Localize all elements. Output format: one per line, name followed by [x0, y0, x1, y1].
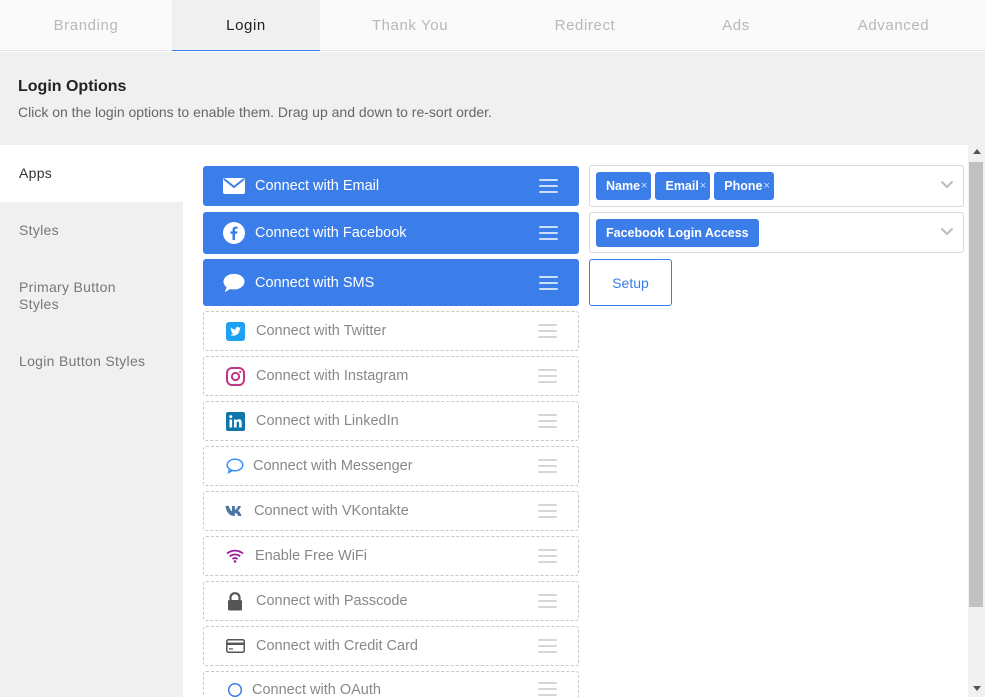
chevron-down-icon[interactable] [940, 180, 954, 189]
scroll-up-arrow-icon[interactable] [973, 149, 981, 154]
page-title: Login Options [18, 78, 127, 95]
app-row-facebook[interactable]: Connect with Facebook [203, 212, 579, 254]
side-item-login-button-styles[interactable]: Login Button Styles [0, 353, 183, 370]
facebook-icon [223, 222, 245, 244]
drag-handle-icon[interactable] [538, 369, 557, 383]
field-chip-facebook-login-access[interactable]: Facebook Login Access [596, 218, 759, 247]
vk-icon [224, 500, 246, 522]
drag-handle-icon[interactable] [538, 549, 557, 563]
envelope-icon [223, 175, 245, 197]
app-row-twitter[interactable]: Connect with Twitter [203, 311, 579, 351]
drag-handle-icon[interactable] [538, 594, 557, 608]
side-item-apps[interactable]: Apps [0, 145, 183, 202]
app-label: Connect with Twitter [256, 323, 387, 339]
app-row-messenger[interactable]: Connect with Messenger [203, 446, 579, 486]
sms-setup-button[interactable]: Setup [589, 259, 672, 306]
side-menu: Apps Styles Primary Button Styles Login … [0, 145, 183, 697]
side-item-styles[interactable]: Styles [0, 222, 183, 239]
chip-label: Phone [724, 179, 763, 193]
app-row-oauth[interactable]: Connect with OAuth [203, 671, 579, 697]
drag-handle-icon[interactable] [539, 179, 558, 193]
remove-chip-icon[interactable]: × [641, 180, 647, 192]
drag-handle-icon[interactable] [538, 504, 557, 518]
chip-label: Email [665, 179, 699, 193]
oauth-icon [224, 682, 246, 697]
app-row-credit-card[interactable]: Connect with Credit Card [203, 626, 579, 666]
facebook-fields-select[interactable]: Facebook Login Access [589, 212, 964, 253]
tab-advanced[interactable]: Advanced [802, 0, 985, 51]
app-label: Connect with Messenger [253, 458, 413, 474]
drag-handle-icon[interactable] [538, 324, 557, 338]
tab-bar: Branding Login Thank You Redirect Ads Ad… [0, 0, 985, 51]
app-label: Connect with LinkedIn [256, 413, 399, 429]
tab-login[interactable]: Login [172, 0, 320, 51]
drag-handle-icon[interactable] [538, 639, 557, 653]
app-label: Connect with Credit Card [256, 638, 418, 654]
app-row-wifi[interactable]: Enable Free WiFi [203, 536, 579, 576]
tab-thank-you[interactable]: Thank You [320, 0, 500, 51]
drag-handle-icon[interactable] [538, 459, 557, 473]
app-row-email[interactable]: Connect with Email [203, 166, 579, 206]
vertical-scrollbar[interactable] [968, 145, 985, 697]
messenger-icon [224, 455, 246, 477]
chip-label: Facebook Login Access [606, 225, 749, 240]
apps-panel: Connect with Email Connect with Facebook… [183, 145, 968, 697]
tab-redirect[interactable]: Redirect [500, 0, 670, 51]
scroll-thumb[interactable] [969, 162, 983, 607]
app-row-linkedin[interactable]: Connect with LinkedIn [203, 401, 579, 441]
app-label: Connect with OAuth [252, 682, 381, 697]
instagram-icon [224, 365, 246, 387]
lock-icon [224, 590, 246, 612]
app-label: Connect with VKontakte [254, 503, 409, 519]
drag-handle-icon[interactable] [538, 682, 557, 696]
drag-handle-icon[interactable] [539, 275, 558, 290]
app-label: Connect with SMS [255, 274, 375, 291]
linkedin-icon [224, 410, 246, 432]
login-options-header: Login Options Click on the login options… [0, 52, 985, 145]
field-chip-phone[interactable]: Phone × [714, 172, 774, 200]
side-item-primary-button-styles[interactable]: Primary Button Styles [0, 279, 140, 313]
twitter-icon [224, 320, 246, 342]
credit-card-icon [224, 635, 246, 657]
app-row-instagram[interactable]: Connect with Instagram [203, 356, 579, 396]
drag-handle-icon[interactable] [539, 226, 558, 240]
app-row-vkontakte[interactable]: Connect with VKontakte [203, 491, 579, 531]
chip-label: Name [606, 179, 641, 193]
remove-chip-icon[interactable]: × [763, 180, 769, 192]
wifi-icon [224, 545, 246, 567]
field-chip-email[interactable]: Email × [655, 172, 711, 200]
chat-bubble-icon [223, 272, 245, 294]
tab-ads[interactable]: Ads [670, 0, 802, 51]
scroll-down-arrow-icon[interactable] [973, 686, 981, 691]
remove-chip-icon[interactable]: × [700, 180, 706, 192]
app-label: Connect with Facebook [255, 225, 407, 241]
page-description: Click on the login options to enable the… [18, 104, 492, 120]
drag-handle-icon[interactable] [538, 414, 557, 428]
tab-branding[interactable]: Branding [0, 0, 172, 51]
app-row-passcode[interactable]: Connect with Passcode [203, 581, 579, 621]
app-label: Connect with Passcode [256, 593, 408, 609]
app-label: Connect with Email [255, 178, 380, 194]
chevron-down-icon[interactable] [940, 227, 954, 236]
app-label: Connect with Instagram [256, 368, 409, 384]
app-label: Enable Free WiFi [255, 548, 368, 564]
field-chip-name[interactable]: Name × [596, 172, 652, 200]
app-row-sms[interactable]: Connect with SMS [203, 259, 579, 306]
email-fields-select[interactable]: Name × Email × Phone × [589, 165, 964, 207]
